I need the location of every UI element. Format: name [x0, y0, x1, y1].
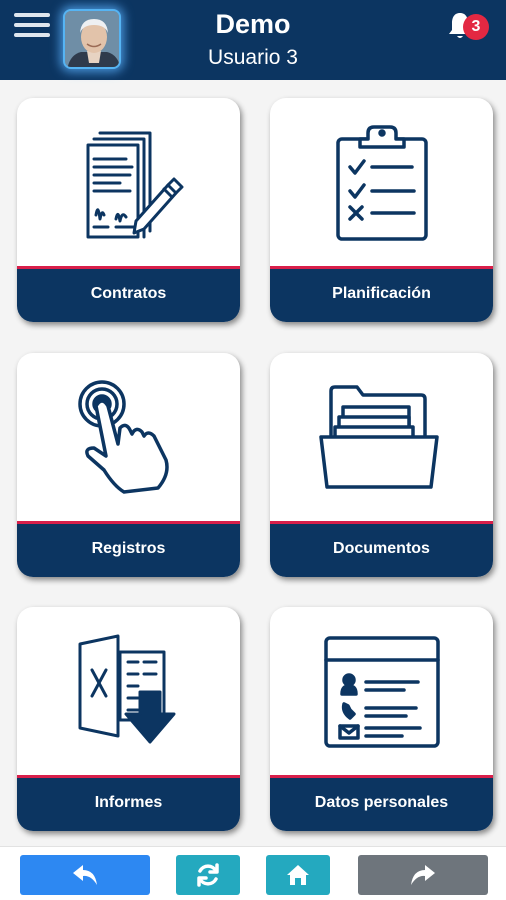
tile-label: Planificación: [332, 285, 431, 302]
back-arrow-icon: [73, 865, 97, 885]
forward-arrow-icon: [411, 865, 435, 885]
tile-label: Contratos: [90, 285, 167, 302]
tile-registros[interactable]: Registros: [17, 353, 240, 577]
notification-badge: 3: [463, 14, 489, 40]
tile-label: Informes: [94, 794, 163, 811]
tile-label: Datos personales: [314, 794, 449, 811]
home-icon: [287, 865, 309, 885]
page-title: Demo: [215, 9, 291, 39]
bottom-toolbar: [0, 846, 506, 900]
tile-label: Registros: [91, 540, 166, 557]
hand-tap-icon: [17, 353, 240, 523]
contact-card-icon: [270, 607, 493, 777]
tile-planificacion[interactable]: Planificación: [270, 98, 493, 322]
excel-download-icon: [17, 607, 240, 777]
refresh-icon: [197, 863, 219, 887]
user-name: Usuario 3: [208, 46, 298, 69]
open-folder-icon: [270, 353, 493, 523]
tile-datos-personales[interactable]: Datos personales: [270, 607, 493, 831]
tile-informes[interactable]: Informes: [17, 607, 240, 831]
forward-button[interactable]: [358, 855, 488, 895]
tile-label: Documentos: [333, 540, 430, 557]
clipboard-checklist-icon: [270, 98, 493, 268]
refresh-button[interactable]: [176, 855, 240, 895]
back-button[interactable]: [20, 855, 150, 895]
home-button[interactable]: [266, 855, 330, 895]
tile-contratos[interactable]: Contratos: [17, 98, 240, 322]
notifications-button[interactable]: 3: [447, 9, 491, 43]
contracts-icon: [17, 98, 240, 268]
tile-documentos[interactable]: Documentos: [270, 353, 493, 577]
app-header: Demo Usuario 3 3: [0, 0, 506, 80]
